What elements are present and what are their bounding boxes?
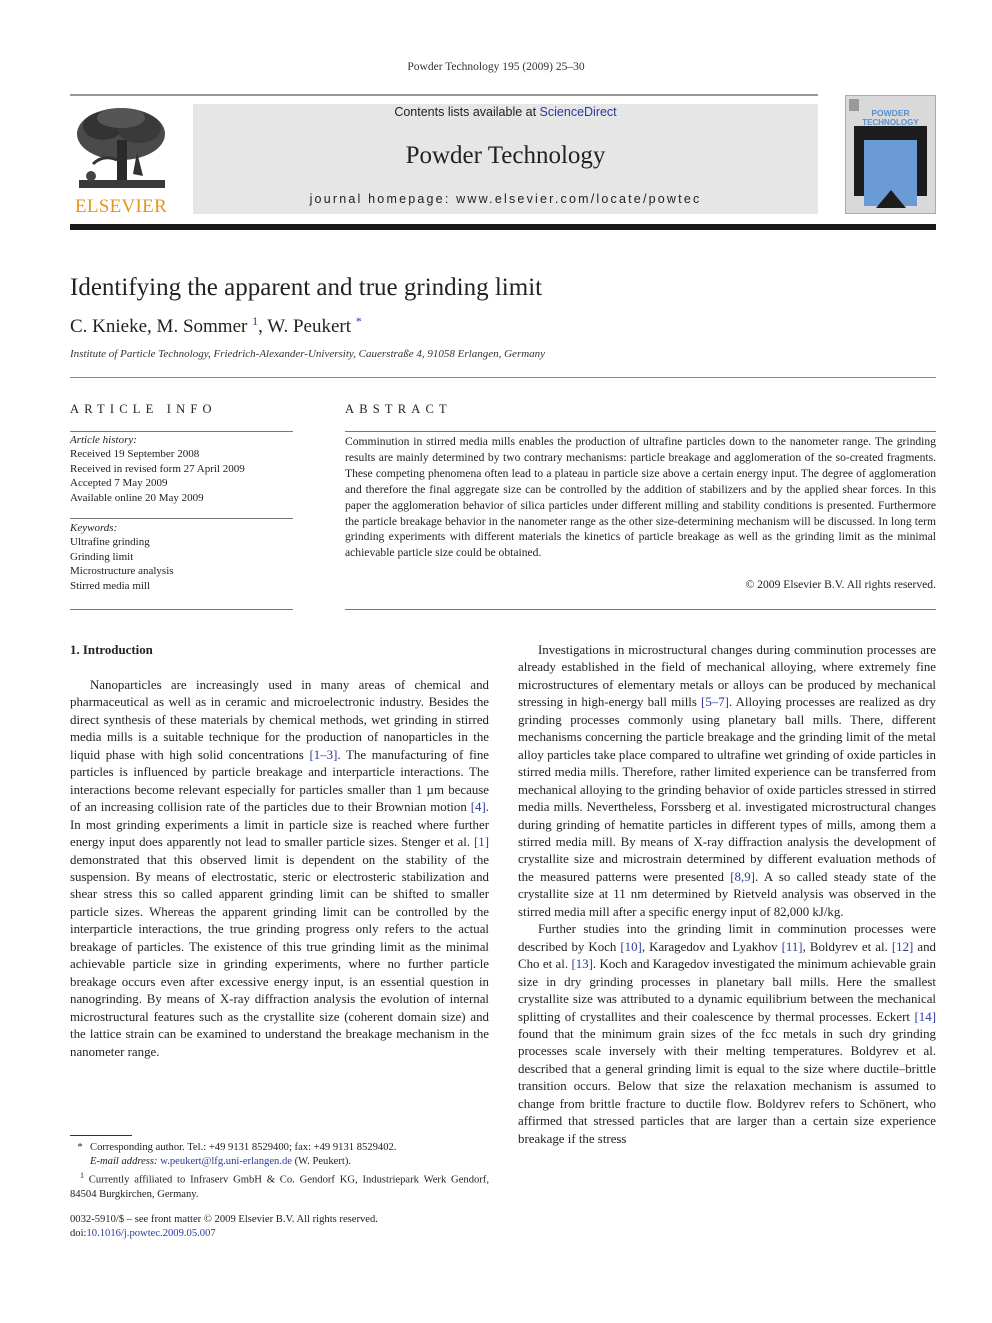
email-link[interactable]: w.peukert@lfg.uni-erlangen.de bbox=[160, 1156, 292, 1167]
footnote-mark: * bbox=[77, 1142, 83, 1153]
history-item: Accepted 7 May 2009 bbox=[70, 477, 168, 490]
author-separator: , bbox=[258, 316, 268, 337]
front-matter: 0032-5910/$ – see front matter © 2009 El… bbox=[70, 1213, 489, 1241]
body-column-right: Investigations in microstructural change… bbox=[518, 642, 936, 1148]
divider bbox=[70, 377, 936, 378]
article-info-heading: ARTICLE INFO bbox=[70, 402, 217, 416]
keyword-item: Stirred media mill bbox=[70, 579, 151, 592]
article-history: Article history: Received 19 September 2… bbox=[70, 433, 293, 505]
elsevier-logo[interactable]: ELSEVIER bbox=[70, 104, 172, 217]
doi-line: doi:10.1016/j.powtec.2009.05.007 bbox=[70, 1227, 489, 1241]
divider bbox=[345, 431, 936, 432]
footnote-text: Corresponding author. Tel.: +49 9131 852… bbox=[90, 1142, 397, 1153]
cover-triangle-icon bbox=[876, 190, 906, 208]
citation-link[interactable]: [5–7] bbox=[701, 695, 729, 709]
history-label: Article history: bbox=[70, 434, 137, 446]
author-name: W. Peukert bbox=[267, 316, 356, 337]
paragraph: Nanoparticles are increasingly used in m… bbox=[70, 678, 489, 1059]
contents-prefix: Contents lists available at bbox=[394, 105, 540, 119]
footnote-email: E-mail address: w.peukert@lfg.uni-erlang… bbox=[70, 1155, 489, 1169]
keyword-item: Ultrafine grinding bbox=[70, 536, 150, 549]
keyword-item: Microstructure analysis bbox=[70, 565, 174, 578]
journal-cover-thumbnail[interactable]: POWDER TECHNOLOGY bbox=[845, 95, 936, 214]
history-item: Received in revised form 27 April 2009 bbox=[70, 462, 245, 475]
contents-line: Contents lists available at ScienceDirec… bbox=[193, 105, 818, 119]
issn-line: 0032-5910/$ – see front matter © 2009 El… bbox=[70, 1214, 378, 1225]
citation-link[interactable]: [4] bbox=[471, 800, 486, 814]
divider bbox=[70, 518, 293, 519]
keywords-label: Keywords: bbox=[70, 522, 118, 534]
citation-link[interactable]: [13] bbox=[571, 957, 592, 971]
footnote-affiliation: 1 Currently affiliated to Infraserv GmbH… bbox=[70, 1169, 489, 1202]
paragraph: Investigations in microstructural change… bbox=[518, 643, 936, 919]
keywords: Keywords: Ultrafine grinding Grinding li… bbox=[70, 521, 293, 593]
elsevier-tree-icon bbox=[77, 108, 165, 188]
citation-link[interactable]: [1] bbox=[474, 835, 489, 849]
footnote-corresponding: * Corresponding author. Tel.: +49 9131 85… bbox=[70, 1141, 489, 1155]
affiliation: Institute of Particle Technology, Friedr… bbox=[70, 348, 546, 360]
author-name: C. Knieke bbox=[70, 316, 148, 337]
doi-label: doi: bbox=[70, 1228, 87, 1240]
cover-title-line1: POWDER bbox=[871, 108, 910, 118]
section-heading: 1. Introduction bbox=[70, 643, 153, 657]
running-head: Powder Technology 195 (2009) 25–30 bbox=[407, 61, 585, 73]
doi-link[interactable]: 10.1016/j.powtec.2009.05.007 bbox=[86, 1228, 215, 1239]
article-title: Identifying the apparent and true grindi… bbox=[70, 274, 543, 301]
citation-link[interactable]: [8,9] bbox=[730, 870, 755, 884]
author-separator: , bbox=[147, 316, 157, 337]
footnote-text: (W. Peukert). bbox=[291, 1156, 352, 1168]
abstract-copyright: © 2009 Elsevier B.V. All rights reserved… bbox=[745, 578, 936, 591]
journal-name: Powder Technology bbox=[405, 142, 606, 169]
header-thick-rule bbox=[70, 224, 936, 230]
abstract-text: Comminution in stirred media mills enabl… bbox=[345, 435, 936, 560]
sciencedirect-link[interactable]: ScienceDirect bbox=[540, 105, 617, 119]
footnote-text: Currently affiliated to Infraserv GmbH &… bbox=[70, 1174, 489, 1201]
citation-link[interactable]: [11] bbox=[782, 940, 803, 954]
history-item: Available online 20 May 2009 bbox=[70, 491, 204, 504]
journal-homepage-link[interactable]: journal homepage: www.elsevier.com/locat… bbox=[193, 192, 818, 206]
divider bbox=[70, 609, 293, 610]
keyword-item: Grinding limit bbox=[70, 550, 134, 563]
citation-link[interactable]: [1–3] bbox=[309, 748, 337, 762]
citation-link[interactable]: [12] bbox=[892, 940, 913, 954]
divider bbox=[345, 609, 936, 610]
footnotes: * Corresponding author. Tel.: +49 9131 85… bbox=[70, 1141, 489, 1202]
author-list: C. Knieke, M. Sommer 1, W. Peukert * bbox=[70, 314, 362, 338]
body-column-left: Nanoparticles are increasingly used in m… bbox=[70, 677, 489, 1061]
author-name: M. Sommer bbox=[156, 316, 253, 337]
paragraph: Further studies into the grinding limit … bbox=[518, 922, 936, 1146]
corresponding-author-link[interactable]: * bbox=[356, 314, 362, 328]
elsevier-wordmark: ELSEVIER bbox=[74, 196, 168, 217]
history-item: Received 19 September 2008 bbox=[70, 448, 200, 461]
journal-banner: Contents lists available at ScienceDirec… bbox=[193, 104, 818, 214]
citation-link[interactable]: [14] bbox=[915, 1010, 936, 1024]
citation-link[interactable]: [10] bbox=[620, 940, 641, 954]
footnote-rule bbox=[70, 1135, 132, 1136]
header-top-rule bbox=[70, 94, 818, 96]
abstract-heading: ABSTRACT bbox=[345, 402, 452, 416]
divider bbox=[70, 431, 293, 432]
email-label: E-mail address: bbox=[90, 1156, 158, 1168]
